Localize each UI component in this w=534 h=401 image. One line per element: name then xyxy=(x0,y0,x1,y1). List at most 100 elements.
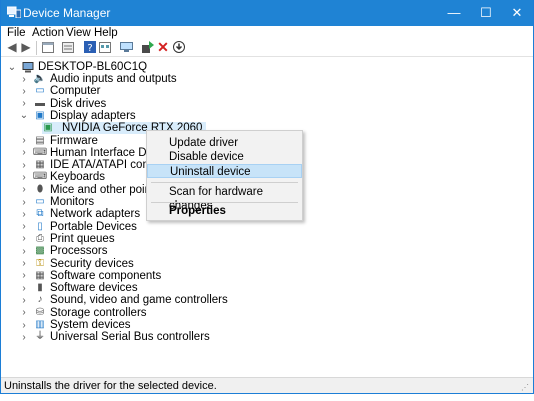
chevron-right-icon[interactable]: › xyxy=(19,160,29,171)
device-manager-window: Device Manager — ☐ ✕ File Action View He… xyxy=(0,0,534,394)
close-button[interactable]: ✕ xyxy=(501,0,533,26)
hid-icon: ⌨ xyxy=(32,146,48,158)
chevron-right-icon[interactable]: › xyxy=(19,172,29,183)
tree-item-label: Software devices xyxy=(50,282,138,295)
chevron-right-icon[interactable]: › xyxy=(19,74,29,85)
processor-icon: ▩ xyxy=(35,245,45,257)
tree-category-item[interactable]: › ♪ Sound, video and game controllers xyxy=(19,294,227,306)
network-icon: ⧉ xyxy=(36,208,44,220)
mouse-icon: ⬮ xyxy=(36,183,44,195)
tree-category-item[interactable]: › ▦ Software components xyxy=(19,270,161,282)
tree-category-item[interactable]: › ⏚ Universal Serial Bus controllers xyxy=(19,331,209,343)
tree-category-item[interactable]: › ▩ Processors xyxy=(19,245,107,257)
tree-item-label: Keyboards xyxy=(50,171,105,184)
tree-item-label: System devices xyxy=(50,319,131,331)
minimize-button[interactable]: — xyxy=(438,0,470,26)
maximize-button[interactable]: ☐ xyxy=(470,0,502,26)
menu-view[interactable]: View xyxy=(66,27,91,39)
speaker-icon: 🔈 xyxy=(33,73,47,84)
tree-item-label: Monitors xyxy=(50,196,95,208)
menu-file[interactable]: File xyxy=(7,27,26,39)
firmware-icon: ▤ xyxy=(35,134,45,146)
tree-item-label: Firmware xyxy=(50,134,98,147)
chevron-right-icon[interactable]: › xyxy=(19,184,29,195)
system-icon: ▥ xyxy=(35,319,45,330)
chevron-right-icon[interactable]: › xyxy=(19,197,29,208)
uninstall-x-icon[interactable]: ✕ xyxy=(156,39,170,55)
tree-category-item[interactable]: › ⚿ Security devices xyxy=(19,257,133,270)
tree-item-label: Portable Devices xyxy=(50,220,137,233)
menu-properties[interactable]: Properties xyxy=(147,204,302,218)
monitor-scan-icon[interactable] xyxy=(119,40,133,54)
keyboard-icon: ⌨ xyxy=(32,171,48,183)
chevron-right-icon[interactable]: › xyxy=(19,270,29,281)
chevron-right-icon[interactable]: › xyxy=(19,221,29,232)
chevron-right-icon[interactable]: › xyxy=(19,307,29,318)
tree-category-item[interactable]: › ▮ Software devices xyxy=(19,282,138,295)
svg-text:?: ? xyxy=(87,43,92,53)
chevron-right-icon[interactable]: › xyxy=(19,258,29,269)
chevron-right-icon[interactable]: › xyxy=(19,147,29,158)
chevron-right-icon[interactable]: › xyxy=(19,209,29,220)
tree-item-label: Disk drives xyxy=(50,97,107,110)
tree-root[interactable]: ⌄ DESKTOP-BL60C1Q xyxy=(7,61,147,73)
resize-grip-icon[interactable]: ⋰ xyxy=(521,383,531,393)
tree-item-label: Software components xyxy=(50,269,162,282)
menu-help[interactable]: Help xyxy=(94,27,118,39)
tree-category-item[interactable]: › ⎙ Print queues xyxy=(19,233,114,245)
menu-separator xyxy=(151,182,298,183)
tree-category-item[interactable]: › ⌨ Keyboards xyxy=(19,171,105,183)
tree-category-item[interactable]: ⌄ ▣ Display adapters xyxy=(19,110,136,122)
status-text: Uninstalls the driver for the selected d… xyxy=(4,380,217,392)
security-icon: ⚿ xyxy=(36,257,44,269)
tree-category-item[interactable]: › ▬ Disk drives xyxy=(19,98,106,110)
chevron-right-icon[interactable]: › xyxy=(19,283,29,294)
chevron-right-icon[interactable]: › xyxy=(19,98,29,109)
tree-item-label: Audio inputs and outputs xyxy=(50,73,177,85)
chevron-right-icon[interactable]: › xyxy=(19,86,29,97)
ide-icon: ▦ xyxy=(35,159,45,171)
chevron-down-icon[interactable]: ⌄ xyxy=(7,62,17,73)
tree-category-item[interactable]: › ▥ System devices xyxy=(19,319,131,331)
device-panel-icon[interactable] xyxy=(98,40,112,54)
computer-root-icon xyxy=(22,61,34,73)
tree-item-label: Computer xyxy=(50,85,101,98)
tree-category-item[interactable]: › 🔈 Audio inputs and outputs xyxy=(19,73,177,85)
back-icon[interactable]: ◀ xyxy=(5,40,19,54)
help-icon[interactable]: ? xyxy=(83,40,97,54)
chevron-right-icon[interactable]: › xyxy=(19,233,29,244)
title-bar[interactable]: Device Manager — ☐ ✕ xyxy=(1,0,533,26)
gpu-icon: ▣ xyxy=(43,122,53,134)
tree-category-item[interactable]: › ⛁ Storage controllers xyxy=(19,306,147,319)
menu-bar: File Action View Help xyxy=(1,27,533,41)
usb-icon: ⏚ xyxy=(35,331,45,343)
menu-update-driver[interactable]: Update driver xyxy=(147,136,302,150)
chevron-right-icon[interactable]: › xyxy=(19,332,29,343)
download-circle-icon[interactable] xyxy=(172,40,186,54)
menu-disable-device-label: Disable device xyxy=(169,151,244,163)
chevron-right-icon[interactable]: › xyxy=(19,295,29,306)
tree-category-item[interactable]: › ▭ Monitors xyxy=(19,196,94,208)
sound-icon: ♪ xyxy=(37,294,43,306)
chevron-right-icon[interactable]: › xyxy=(19,246,29,257)
chevron-down-icon[interactable]: ⌄ xyxy=(19,110,29,121)
storage-icon: ⛁ xyxy=(35,306,45,318)
menu-action[interactable]: Action xyxy=(32,27,64,39)
chevron-right-icon[interactable]: › xyxy=(19,320,29,331)
tree-item-label: Storage controllers xyxy=(50,306,147,319)
toolbar: ◀ ▶ ? ✕ xyxy=(1,39,533,57)
menu-disable-device[interactable]: Disable device xyxy=(147,150,302,164)
properties-window-icon[interactable] xyxy=(41,40,55,54)
tree-category-item[interactable]: › ▤ Firmware xyxy=(19,135,98,147)
forward-icon[interactable]: ▶ xyxy=(19,40,33,54)
tree-category-item[interactable]: › ▭ Computer xyxy=(19,85,101,98)
status-bar: Uninstalls the driver for the selected d… xyxy=(1,377,533,393)
menu-scan-hardware[interactable]: Scan for hardware changes xyxy=(147,185,302,212)
chevron-right-icon[interactable]: › xyxy=(19,135,29,146)
update-driver-icon[interactable] xyxy=(141,40,155,54)
menu-uninstall-device[interactable]: Uninstall device xyxy=(147,164,302,178)
disk-icon: ▬ xyxy=(35,97,45,109)
view-details-icon[interactable] xyxy=(61,40,75,54)
tree-category-item[interactable]: › ▯ Portable Devices xyxy=(19,221,137,233)
tree-category-item[interactable]: › ⧉ Network adapters xyxy=(19,208,140,220)
